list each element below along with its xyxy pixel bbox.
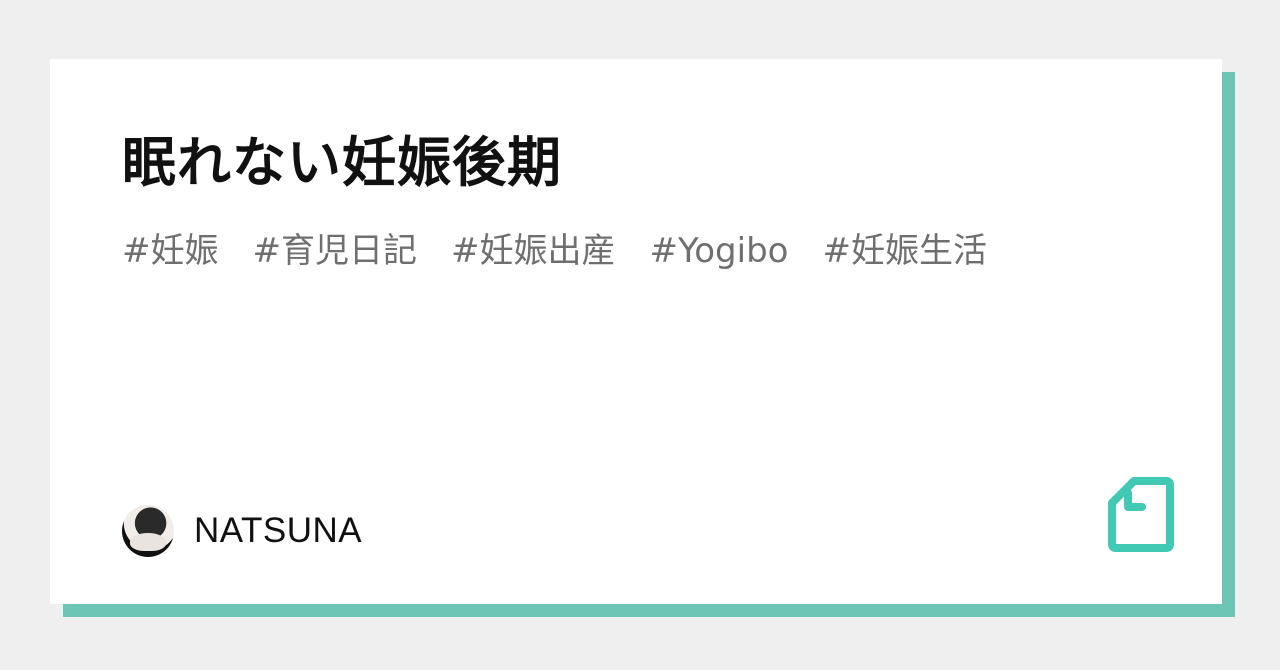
hashtag-list: #妊娠 #育児日記 #妊娠出産 #Yogibo #妊娠生活	[122, 229, 987, 273]
avatar[interactable]	[122, 505, 174, 557]
article-card[interactable]: 眠れない妊娠後期 #妊娠 #育児日記 #妊娠出産 #Yogibo #妊娠生活 N…	[50, 59, 1222, 604]
author-name[interactable]: NATSUNA	[194, 509, 362, 553]
hashtag-pregnancy-childbirth[interactable]: #妊娠出産	[451, 229, 616, 273]
hashtag-pregnancy[interactable]: #妊娠	[122, 229, 219, 273]
hashtag-pregnancy-life[interactable]: #妊娠生活	[822, 229, 987, 273]
article-title: 眠れない妊娠後期	[122, 131, 562, 194]
hashtag-yogibo[interactable]: #Yogibo	[650, 229, 789, 273]
note-document-icon	[1108, 477, 1174, 552]
hashtag-parenting-diary[interactable]: #育児日記	[253, 229, 418, 273]
author-info[interactable]: NATSUNA	[122, 505, 362, 557]
